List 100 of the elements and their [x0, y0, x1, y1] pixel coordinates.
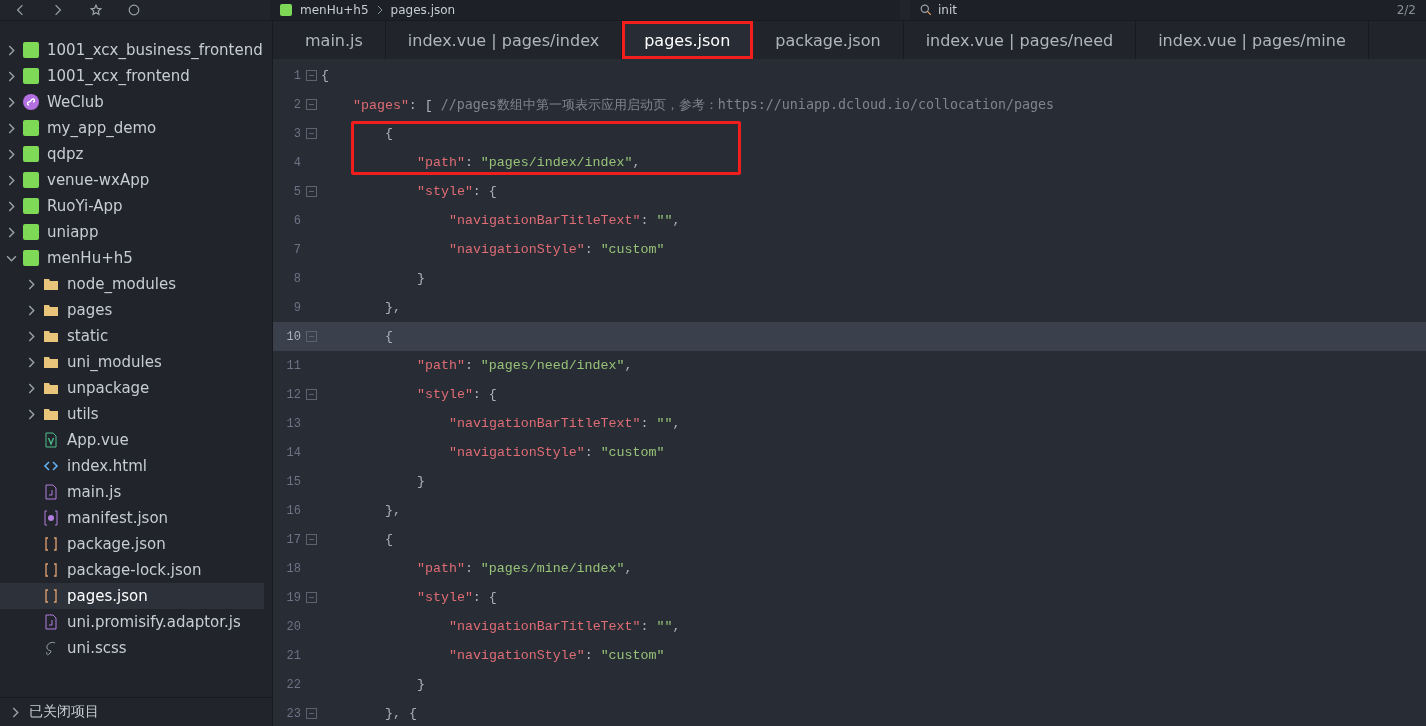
tree-item[interactable]: package-lock.json — [0, 557, 264, 583]
tree-item[interactable]: my_app_demo — [0, 115, 264, 141]
tree-item[interactable]: menHu+h5 — [0, 245, 264, 271]
chevron-icon — [28, 330, 35, 342]
tree-item[interactable]: App.vue — [0, 427, 264, 453]
line-number: 22 — [285, 677, 301, 692]
code-line: "navigationBarTitleText": "", — [449, 213, 681, 228]
editor-tab[interactable]: index.vue | pages/need — [903, 21, 1137, 59]
line-number: 6 — [292, 213, 301, 228]
code-line: "style": { — [417, 590, 497, 605]
tree-item[interactable]: static — [0, 323, 264, 349]
folder-icon — [43, 302, 59, 318]
code-line: }, — [385, 503, 401, 518]
fold-icon[interactable] — [305, 186, 317, 197]
tree-item[interactable]: uni.promisify.adaptor.js — [0, 609, 264, 635]
chevron-icon — [6, 254, 17, 262]
code-line: "navigationBarTitleText": "", — [449, 416, 681, 431]
tree-item[interactable]: package.json — [0, 531, 264, 557]
line-number: 18 — [285, 561, 301, 576]
code-line: "path": "pages/mine/index", — [417, 561, 633, 576]
fold-icon[interactable] — [305, 389, 317, 400]
fold-icon[interactable] — [305, 99, 317, 110]
folder-icon — [43, 276, 59, 292]
closed-projects-header[interactable]: 已关闭项目 — [0, 697, 272, 726]
chevron-icon — [8, 96, 15, 108]
line-number: 10 — [285, 329, 301, 344]
line-number: 1 — [292, 68, 301, 83]
fold-icon[interactable] — [305, 128, 317, 139]
fold-icon[interactable] — [305, 708, 317, 719]
line-number: 11 — [285, 358, 301, 373]
tree-item[interactable]: index.html — [0, 453, 264, 479]
code-line: "path": "pages/need/index", — [417, 358, 633, 373]
line-number: 13 — [285, 416, 301, 431]
line-number: 15 — [285, 474, 301, 489]
tree-item[interactable]: uni.scss — [0, 635, 264, 661]
chevron-icon — [28, 356, 35, 368]
code-line: "path": "pages/index/index", — [417, 155, 641, 170]
forward-icon[interactable] — [52, 4, 64, 16]
fold-icon[interactable] — [305, 592, 317, 603]
editor-tab[interactable]: index.vue | pages/mine — [1136, 21, 1369, 59]
search-field[interactable]: init 2/2 — [910, 0, 1426, 20]
code-line: } — [417, 271, 425, 286]
code-line: "navigationStyle": "custom" — [449, 445, 665, 460]
star-icon[interactable] — [90, 4, 102, 16]
folder-icon — [43, 406, 59, 422]
tree-item[interactable]: main.js — [0, 479, 264, 505]
chevron-icon — [28, 304, 35, 316]
fold-icon[interactable] — [305, 534, 317, 545]
chevron-icon — [8, 200, 15, 212]
line-number: 8 — [292, 271, 301, 286]
chevron-icon — [376, 5, 383, 15]
tree-item[interactable]: utils — [0, 401, 264, 427]
chevron-icon — [28, 278, 35, 290]
project-icon — [23, 224, 39, 240]
code-line: { — [321, 68, 329, 83]
editor-tab[interactable]: pages.json — [622, 21, 754, 59]
tree-item[interactable]: 1001_xcx_frontend — [0, 63, 264, 89]
project-icon — [23, 42, 39, 58]
code-line: } — [417, 677, 425, 692]
tree-item[interactable]: node_modules — [0, 271, 264, 297]
chevron-icon — [12, 706, 19, 718]
brackets-icon — [43, 588, 59, 604]
editor-tab[interactable]: main.js — [283, 21, 386, 59]
line-number: 19 — [285, 590, 301, 605]
line-number: 23 — [285, 706, 301, 721]
chevron-icon — [28, 408, 35, 420]
line-number: 20 — [285, 619, 301, 634]
back-icon[interactable] — [14, 4, 26, 16]
breadcrumb-item[interactable]: pages.json — [390, 3, 456, 17]
line-number: 4 — [292, 155, 301, 170]
code-line: "navigationStyle": "custom" — [449, 242, 665, 257]
project-icon — [23, 120, 39, 136]
project-icon — [23, 250, 39, 266]
tree-item[interactable]: uni_modules — [0, 349, 264, 375]
line-number: 21 — [285, 648, 301, 663]
tree-item[interactable]: qdpz — [0, 141, 264, 167]
tree-item[interactable]: pages.json — [0, 583, 264, 609]
search-icon — [920, 4, 932, 16]
fold-icon[interactable] — [305, 70, 317, 81]
tree-item[interactable]: WeClub — [0, 89, 264, 115]
tree-item[interactable]: venue-wxApp — [0, 167, 264, 193]
chevron-icon — [8, 174, 15, 186]
tree-item[interactable]: RuoYi-App — [0, 193, 264, 219]
tree-item[interactable]: 1001_xcx_business_frontend — [0, 37, 264, 63]
gear-file-icon — [43, 510, 59, 526]
line-number: 9 — [292, 300, 301, 315]
tree-item[interactable]: pages — [0, 297, 264, 323]
tree-item[interactable]: manifest.json — [0, 505, 264, 531]
code-line: "style": { — [417, 387, 497, 402]
breadcrumb-item[interactable]: menHu+h5 — [300, 3, 369, 17]
file-icon — [43, 484, 59, 500]
link-icon — [23, 94, 39, 110]
line-number: 12 — [285, 387, 301, 402]
tree-item[interactable]: uniapp — [0, 219, 264, 245]
chevron-icon — [8, 70, 15, 82]
chevron-icon — [8, 44, 15, 56]
editor-tab[interactable]: package.json — [753, 21, 904, 59]
chevron-icon — [8, 148, 15, 160]
tree-item[interactable]: unpackage — [0, 375, 264, 401]
fold-icon[interactable] — [305, 331, 317, 342]
